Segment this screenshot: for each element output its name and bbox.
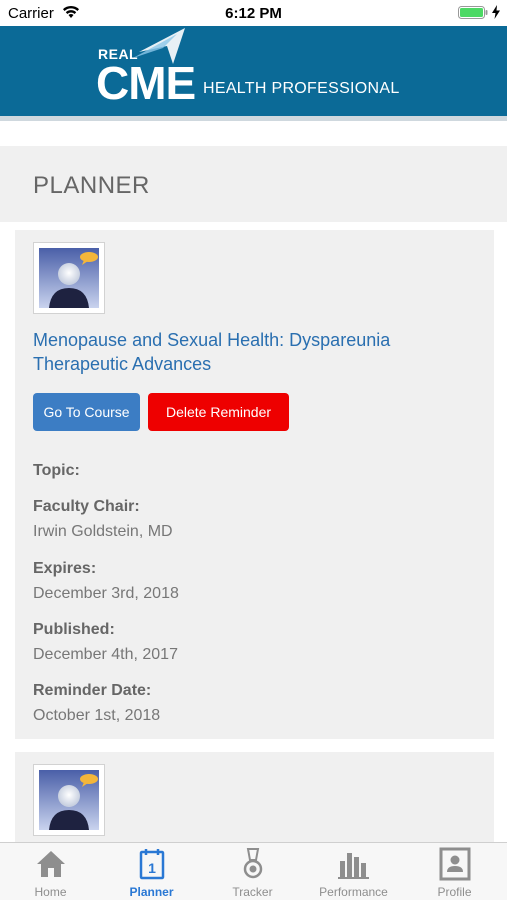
app-header: REAL CME HEALTH PROFESSIONAL [0,26,507,116]
header-subtitle: HEALTH PROFESSIONAL [203,80,400,97]
course-thumbnail [33,242,105,314]
faculty-chair-label: Faculty Chair: [33,498,140,515]
tab-planner[interactable]: 1 Planner [101,843,202,901]
page-title: PLANNER [33,172,150,199]
clock: 6:12 PM [225,5,282,22]
course-thumbnail [33,764,105,836]
tab-bar: Home 1 Planner Tracker Performance Profi… [0,842,507,900]
expires-label: Expires: [33,560,97,577]
charging-bolt-icon [492,5,500,19]
calendar-badge: 1 [148,860,156,876]
tab-profile[interactable]: Profile [404,843,505,901]
header-divider [0,116,507,121]
calendar-icon: 1 [139,849,165,880]
speaker-avatar-icon [39,248,99,308]
tab-label: Home [34,885,67,899]
published-value: December 4th, 2017 [33,646,178,663]
status-bar: Carrier 6:12 PM [0,0,507,26]
course-card: Menopause and Sexual Health: Dyspareunia… [15,230,494,739]
published-label: Published: [33,621,115,638]
bar-chart-icon [338,853,369,879]
battery-icon [458,6,488,19]
tab-label: Profile [437,885,472,899]
tab-home[interactable]: Home [0,843,101,901]
reminder-date-value: October 1st, 2018 [33,707,161,724]
speaker-avatar-icon [39,770,99,830]
page-title-bar: PLANNER [0,146,507,222]
tab-label: Tracker [232,885,273,899]
go-to-course-button[interactable]: Go To Course [33,393,140,431]
delete-reminder-button[interactable]: Delete Reminder [148,393,289,431]
logo-cme-text: CME [96,57,196,109]
tab-label: Performance [319,885,388,899]
topic-label: Topic: [33,462,80,479]
tab-tracker[interactable]: Tracker [202,843,303,901]
home-icon [37,851,65,877]
course-card [15,752,494,842]
medal-icon [243,848,263,879]
faculty-chair-value: Irwin Goldstein, MD [33,523,173,540]
course-title-link[interactable]: Menopause and Sexual Health: Dyspareunia… [33,328,453,376]
reminder-date-label: Reminder Date: [33,682,152,699]
expires-value: December 3rd, 2018 [33,585,179,602]
profile-card-icon [439,847,471,881]
tab-label: Planner [129,885,174,899]
tab-performance[interactable]: Performance [303,843,404,901]
